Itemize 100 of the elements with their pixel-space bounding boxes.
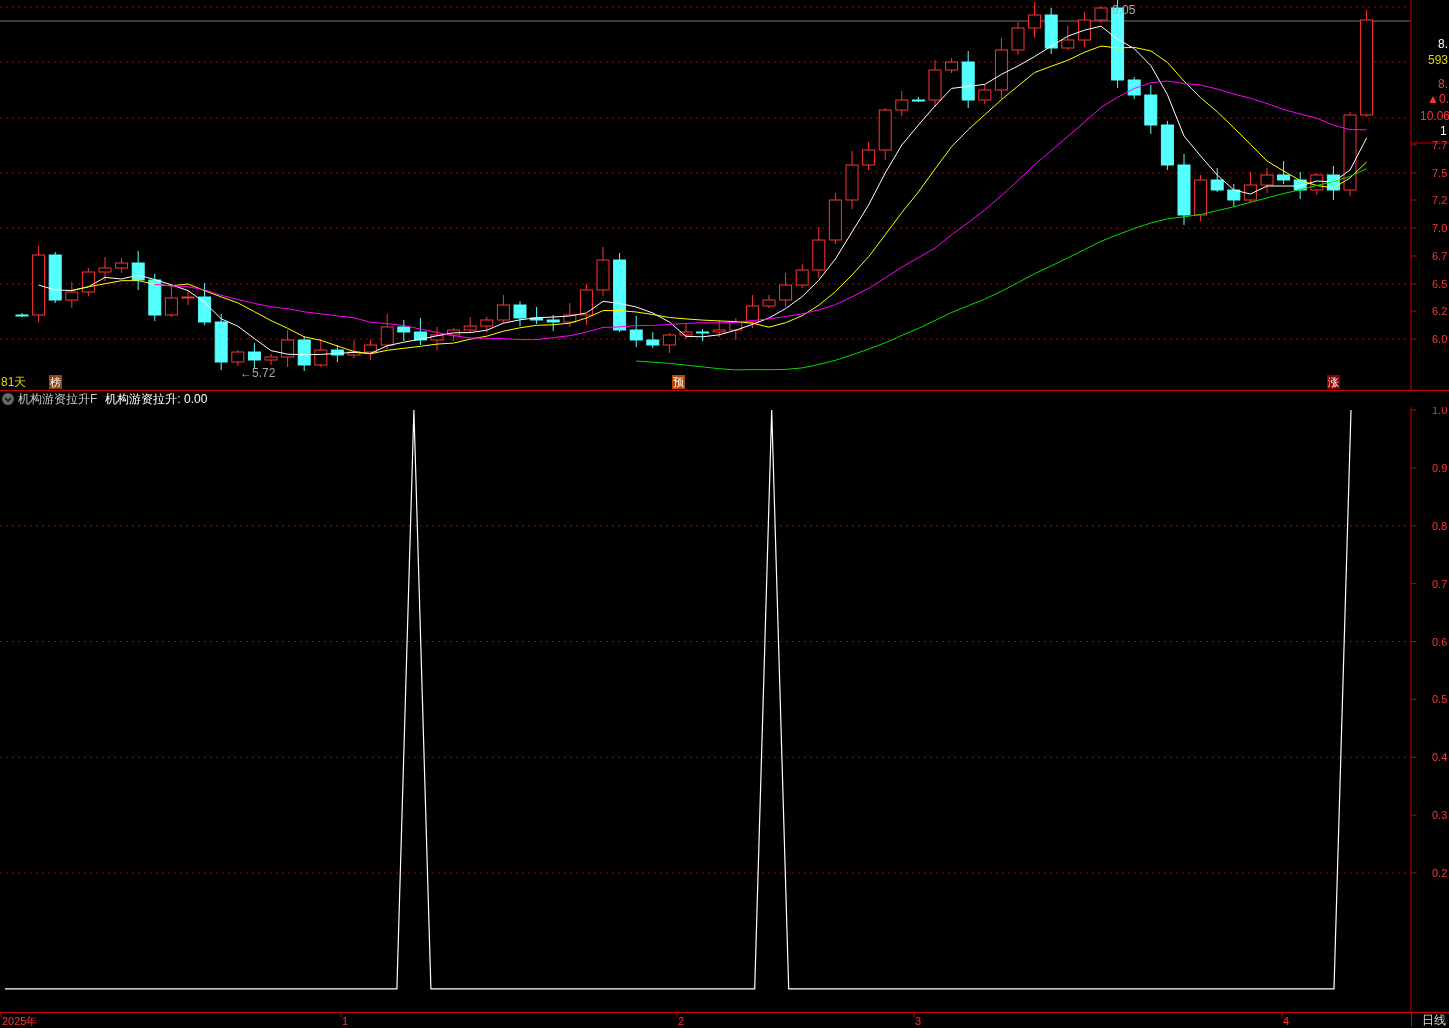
candlestick	[563, 302, 577, 328]
marker-badge: 榜	[49, 375, 62, 389]
candlestick	[380, 313, 394, 350]
candlestick	[115, 257, 129, 274]
axis-label: 1.0	[1432, 407, 1448, 416]
period-label: 81天	[1, 375, 27, 389]
candlestick	[1326, 165, 1340, 201]
axis-label: 0.5	[1432, 693, 1448, 706]
candlestick	[945, 57, 959, 74]
candlestick	[729, 317, 743, 341]
candlestick	[264, 353, 278, 366]
candlestick	[1127, 76, 1141, 100]
candlestick	[862, 141, 876, 171]
axis-label: 0.2	[1432, 867, 1448, 880]
candlestick	[314, 338, 328, 368]
quote-value: 8.	[1438, 77, 1448, 91]
axis-label: 6.7	[1432, 250, 1448, 262]
candlestick	[1260, 167, 1274, 194]
candlestick	[1277, 160, 1291, 185]
candlestick	[1094, 5, 1108, 24]
candlestick	[65, 281, 79, 309]
axis-label: 1	[342, 1015, 349, 1027]
indicator-title: 机构游资拉升F	[18, 393, 98, 405]
axis-label: 6.5	[1432, 278, 1448, 290]
axis-label: 7.7	[1432, 139, 1448, 151]
axis-label: 2	[678, 1015, 685, 1027]
axis-label: 6.2	[1432, 305, 1448, 317]
candlestick	[629, 315, 643, 348]
candlestick	[828, 192, 842, 245]
candlestick	[646, 331, 660, 349]
candlestick	[1011, 21, 1025, 56]
axis-label: 0.9	[1432, 461, 1448, 474]
candlestick	[596, 246, 610, 297]
candlestick	[1061, 25, 1075, 51]
candlestick	[347, 339, 361, 359]
axis-label: 0.7	[1432, 577, 1448, 590]
candlestick	[1243, 171, 1257, 204]
candlestick	[762, 294, 776, 309]
candlestick	[961, 50, 975, 109]
candlestick	[679, 322, 693, 340]
axis-label: 7.2	[1432, 194, 1448, 206]
chevron-down-icon[interactable]	[2, 393, 14, 405]
candlestick	[928, 59, 942, 108]
candlestick	[214, 313, 228, 371]
candlestick	[779, 272, 793, 308]
candlestick	[496, 294, 510, 324]
quote-value: 10.06	[1420, 109, 1449, 123]
candlestick	[978, 84, 992, 105]
marker-badge: 预	[672, 375, 685, 389]
candlestick	[745, 294, 759, 329]
candlestick	[795, 263, 809, 289]
candlestick	[994, 37, 1008, 100]
period-button[interactable]: 日线	[1411, 1013, 1446, 1027]
candlestick	[164, 284, 178, 318]
axis-label: 0.6	[1432, 635, 1448, 648]
candlestick	[247, 342, 261, 370]
low-price-label: ←5.72	[240, 366, 276, 380]
candlestick	[231, 349, 245, 367]
axis-label: 0.8	[1432, 519, 1448, 532]
candlestick	[812, 226, 826, 279]
candlestick	[911, 96, 925, 103]
candlestick	[895, 90, 909, 117]
candlestick	[696, 328, 710, 342]
candlestick	[397, 319, 411, 342]
candlestick	[447, 327, 461, 342]
candlestick	[297, 335, 311, 372]
candlestick	[148, 273, 162, 322]
axis-label: 7.5	[1432, 167, 1448, 179]
candlestick	[98, 256, 112, 282]
axis-label: 0.3	[1432, 809, 1448, 822]
quote-value: 8.	[1438, 37, 1448, 51]
candlestick	[1210, 167, 1224, 193]
quote-value: 1	[1440, 124, 1447, 138]
axis-label: 6.0	[1432, 333, 1448, 345]
candlestick	[662, 332, 676, 354]
candlestick	[1044, 7, 1058, 55]
candlestick	[330, 344, 344, 363]
axis-label: 2025年	[2, 1015, 38, 1027]
candlestick	[1144, 84, 1158, 135]
candlestick	[181, 289, 195, 306]
candlestick	[480, 316, 494, 334]
marker-badge: 涨	[1327, 375, 1340, 389]
candlestick	[48, 251, 62, 304]
quote-value: ▲0.	[1427, 92, 1449, 106]
candlestick	[198, 282, 212, 326]
candlestick	[1227, 183, 1241, 208]
candlestick	[513, 300, 527, 327]
candlestick	[364, 338, 378, 361]
quote-value: 593	[1428, 53, 1449, 67]
axis-label: 3	[915, 1015, 922, 1027]
axis-label: 0.4	[1432, 751, 1448, 764]
candlestick	[430, 326, 444, 351]
candlestick	[463, 316, 477, 333]
candlestick	[1293, 171, 1307, 200]
axis-label: 4	[1283, 1015, 1290, 1027]
candlestick	[878, 107, 892, 161]
candlestick	[1160, 120, 1174, 171]
axis-label: 7.0	[1432, 222, 1448, 234]
candlestick	[1310, 172, 1324, 196]
candlestick	[845, 150, 859, 210]
